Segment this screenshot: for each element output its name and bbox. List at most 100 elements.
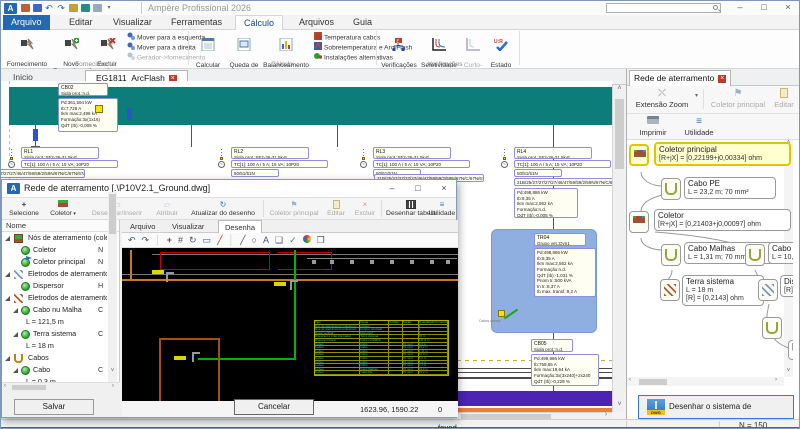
tr04-info-box[interactable]: Pd:498,886 kW Ib:8,35 A Ikm max:2,562 kA…: [534, 248, 596, 297]
tree-column-nome[interactable]: Nome: [2, 220, 120, 232]
rl2-functions-label[interactable]: 50/51/51N: [231, 169, 279, 177]
cad-tab-visualizar[interactable]: Visualizar: [166, 220, 210, 233]
tree-item[interactable]: ColetorN: [2, 244, 107, 256]
mover-direita-button[interactable]: Mover para a direita: [127, 42, 196, 51]
paste-icon[interactable]: ❐: [317, 235, 325, 245]
rl4-functions-long-label[interactable]: 21B/25/27/27/27/27/46/47/59/59/2/59N/67N…: [514, 178, 612, 186]
open-icon[interactable]: [21, 4, 30, 12]
node-cabo[interactable]: CaboL = 10,3: [768, 242, 793, 264]
redo-icon[interactable]: ↷: [55, 3, 67, 14]
coletor-icon[interactable]: [629, 211, 649, 233]
copy-icon[interactable]: ❏: [275, 235, 283, 245]
cabo-malhas-icon[interactable]: [661, 244, 681, 266]
colors-icon[interactable]: [303, 235, 311, 245]
close-button[interactable]: ×: [777, 1, 799, 14]
main-vertical-scrollbar[interactable]: ˄ ˅: [612, 85, 625, 412]
atualizar-desenho-button[interactable]: ↻Atualizar do desenho: [186, 199, 260, 219]
rl1-ct-label[interactable]: TC[1]: 100 A / 5 A; 15 VA; 10P20: [21, 160, 118, 168]
expander-icon[interactable]: [5, 236, 10, 241]
coletor-principal-icon[interactable]: [629, 144, 649, 166]
verify-icon[interactable]: ✓: [289, 235, 297, 245]
expander-icon[interactable]: [13, 368, 18, 373]
redo-icon[interactable]: ↷: [142, 235, 150, 245]
estado-usuario-button[interactable]: U:R Estado usuário: [487, 31, 515, 61]
tr04-label[interactable]: TR04Grupo vet.:Dyn1: [534, 233, 586, 246]
cb02-info-box[interactable]: Pd:361,594 kW Ib:7,728 A Ikm max:2,496 k…: [58, 98, 118, 132]
cabo-pe-icon[interactable]: [661, 178, 681, 200]
cb02-label[interactable]: CB02Sigla prot.:n.d.: [58, 83, 108, 96]
cb05-label[interactable]: CB05Sigla prot.:n.d.: [531, 339, 573, 352]
tree-horizontal-scrollbar[interactable]: ‹›: [2, 382, 120, 390]
tab-visualizar[interactable]: Visualizar: [105, 15, 160, 30]
panel-close-icon[interactable]: ×: [718, 75, 726, 83]
rotate-icon[interactable]: ↻: [189, 235, 197, 245]
extensao-zoom-button[interactable]: ⤬Extensão Zoom: [631, 88, 693, 109]
rl2-ct-label[interactable]: TC[1]: 100 A / 5 A; 15 VA; 10P20: [231, 160, 328, 168]
rl2-label[interactable]: RL2Sigla prot.:SF2-36-31,5k-F: [231, 147, 309, 159]
cad-tab-arquivo[interactable]: Arquivo: [124, 220, 161, 233]
salvar-button[interactable]: Salvar: [14, 399, 94, 415]
search-input[interactable]: [606, 3, 721, 13]
tree-item[interactable]: Nós de aterramento (cole...: [2, 232, 107, 244]
tab-ferramentas[interactable]: Ferramentas: [163, 15, 230, 30]
line-icon[interactable]: ╱: [240, 235, 245, 245]
tree-item[interactable]: L = 18 m: [2, 340, 107, 352]
selection-handle[interactable]: [498, 310, 505, 317]
grounding-tree[interactable]: Nome Nós de aterramento (cole...ColetorN…: [2, 220, 120, 390]
tree-item[interactable]: CaboC: [2, 364, 107, 376]
dialog-maximize-button[interactable]: □: [406, 180, 430, 197]
scroll-thumb[interactable]: [615, 99, 624, 169]
cabo-icon[interactable]: [762, 317, 782, 339]
tree-item[interactable]: L = 121,5 m: [2, 316, 107, 328]
balanceamento-button[interactable]: Balanceamento de rede: [261, 31, 311, 61]
circle-icon[interactable]: ○: [252, 235, 257, 245]
tree-item[interactable]: Eletrodos de aterramento...: [2, 268, 107, 280]
calcular-tudo-button[interactable]: Calcular tudo ▾: [191, 31, 225, 61]
rl3-ct-label[interactable]: TC[1]: 100 A / 5 A; 15 VA; 10P20: [373, 160, 470, 168]
pan-icon[interactable]: +: [167, 235, 172, 245]
scroll-up-icon[interactable]: ˄: [613, 85, 626, 92]
tree-item[interactable]: Cabo nu MalhaC: [2, 304, 107, 316]
node-terra-sistema[interactable]: Terra sistemaL = 18 m [R] = [0,2143] ohm: [682, 275, 764, 306]
tab-arquivo[interactable]: Arquivo: [3, 15, 50, 30]
dialog-close-button[interactable]: ×: [432, 180, 456, 197]
tab-calculo[interactable]: Cálculo: [235, 15, 283, 30]
excluir-fornecimento-button[interactable]: Excluir fornecimento: [89, 31, 125, 61]
tree-item[interactable]: Terra sistemaC: [2, 328, 107, 340]
rl4-functions-label[interactable]: 50/51/51N: [514, 169, 562, 177]
scroll-right-icon[interactable]: ›: [600, 411, 612, 418]
undo-icon[interactable]: ↶: [128, 235, 136, 245]
tree-item[interactable]: DispersorH: [2, 280, 107, 292]
expander-icon[interactable]: [13, 332, 18, 337]
dispersor-icon[interactable]: [758, 279, 778, 301]
tree-item[interactable]: Eletrodos de aterramento...: [2, 292, 107, 304]
print-icon[interactable]: [69, 4, 78, 12]
seletividade-button[interactable]: Seletividade: [419, 31, 459, 61]
coletor-button[interactable]: Coletor ▾: [46, 199, 80, 219]
tab-arquivos[interactable]: Arquivos: [291, 15, 342, 30]
text-icon[interactable]: A: [263, 235, 269, 245]
qat-dropdown-icon[interactable]: ▾: [103, 3, 115, 14]
rl3-label[interactable]: RL3Sigla prot.:SF2-36-31,5k-F: [373, 147, 451, 159]
tab-guia[interactable]: Guia: [345, 15, 380, 30]
rl4-info-box[interactable]: Pd:498,886 kW Ib:8,35 A Ikm max:2,562 kA…: [514, 188, 578, 218]
rl1-label[interactable]: RL1Sigla prot.:SF2-36-31,5k-F: [21, 147, 99, 159]
scroll-down-icon[interactable]: ˅: [613, 401, 626, 408]
selecione-button[interactable]: +Selecione: [5, 199, 43, 219]
expander-icon[interactable]: [5, 272, 10, 277]
zoom-window-icon[interactable]: #: [178, 235, 183, 245]
breaker-symbol[interactable]: [33, 129, 38, 141]
graph-horizontal-scrollbar[interactable]: ‹›: [627, 377, 784, 386]
rl1-functions-label[interactable]: 21B/25/27/27/27/27/46/47/59/59/2/59N/67N…: [1, 169, 85, 178]
export-icon[interactable]: [93, 4, 102, 12]
tree-item[interactable]: Coletor principalN: [2, 256, 107, 268]
panel-tab[interactable]: Rede de aterramento×: [629, 70, 731, 86]
cabo-icon[interactable]: [745, 244, 765, 266]
fornecimento-button[interactable]: Fornecimento: [3, 31, 51, 61]
imprimir-button[interactable]: Imprimir: [633, 116, 673, 137]
expander-icon[interactable]: [5, 296, 10, 301]
utilidade-button[interactable]: ≡Utilidade: [424, 199, 460, 219]
dialog-minimize-button[interactable]: –: [380, 180, 404, 197]
rectangle-icon[interactable]: ▭: [203, 235, 212, 245]
measure-icon[interactable]: ╱: [217, 235, 222, 245]
